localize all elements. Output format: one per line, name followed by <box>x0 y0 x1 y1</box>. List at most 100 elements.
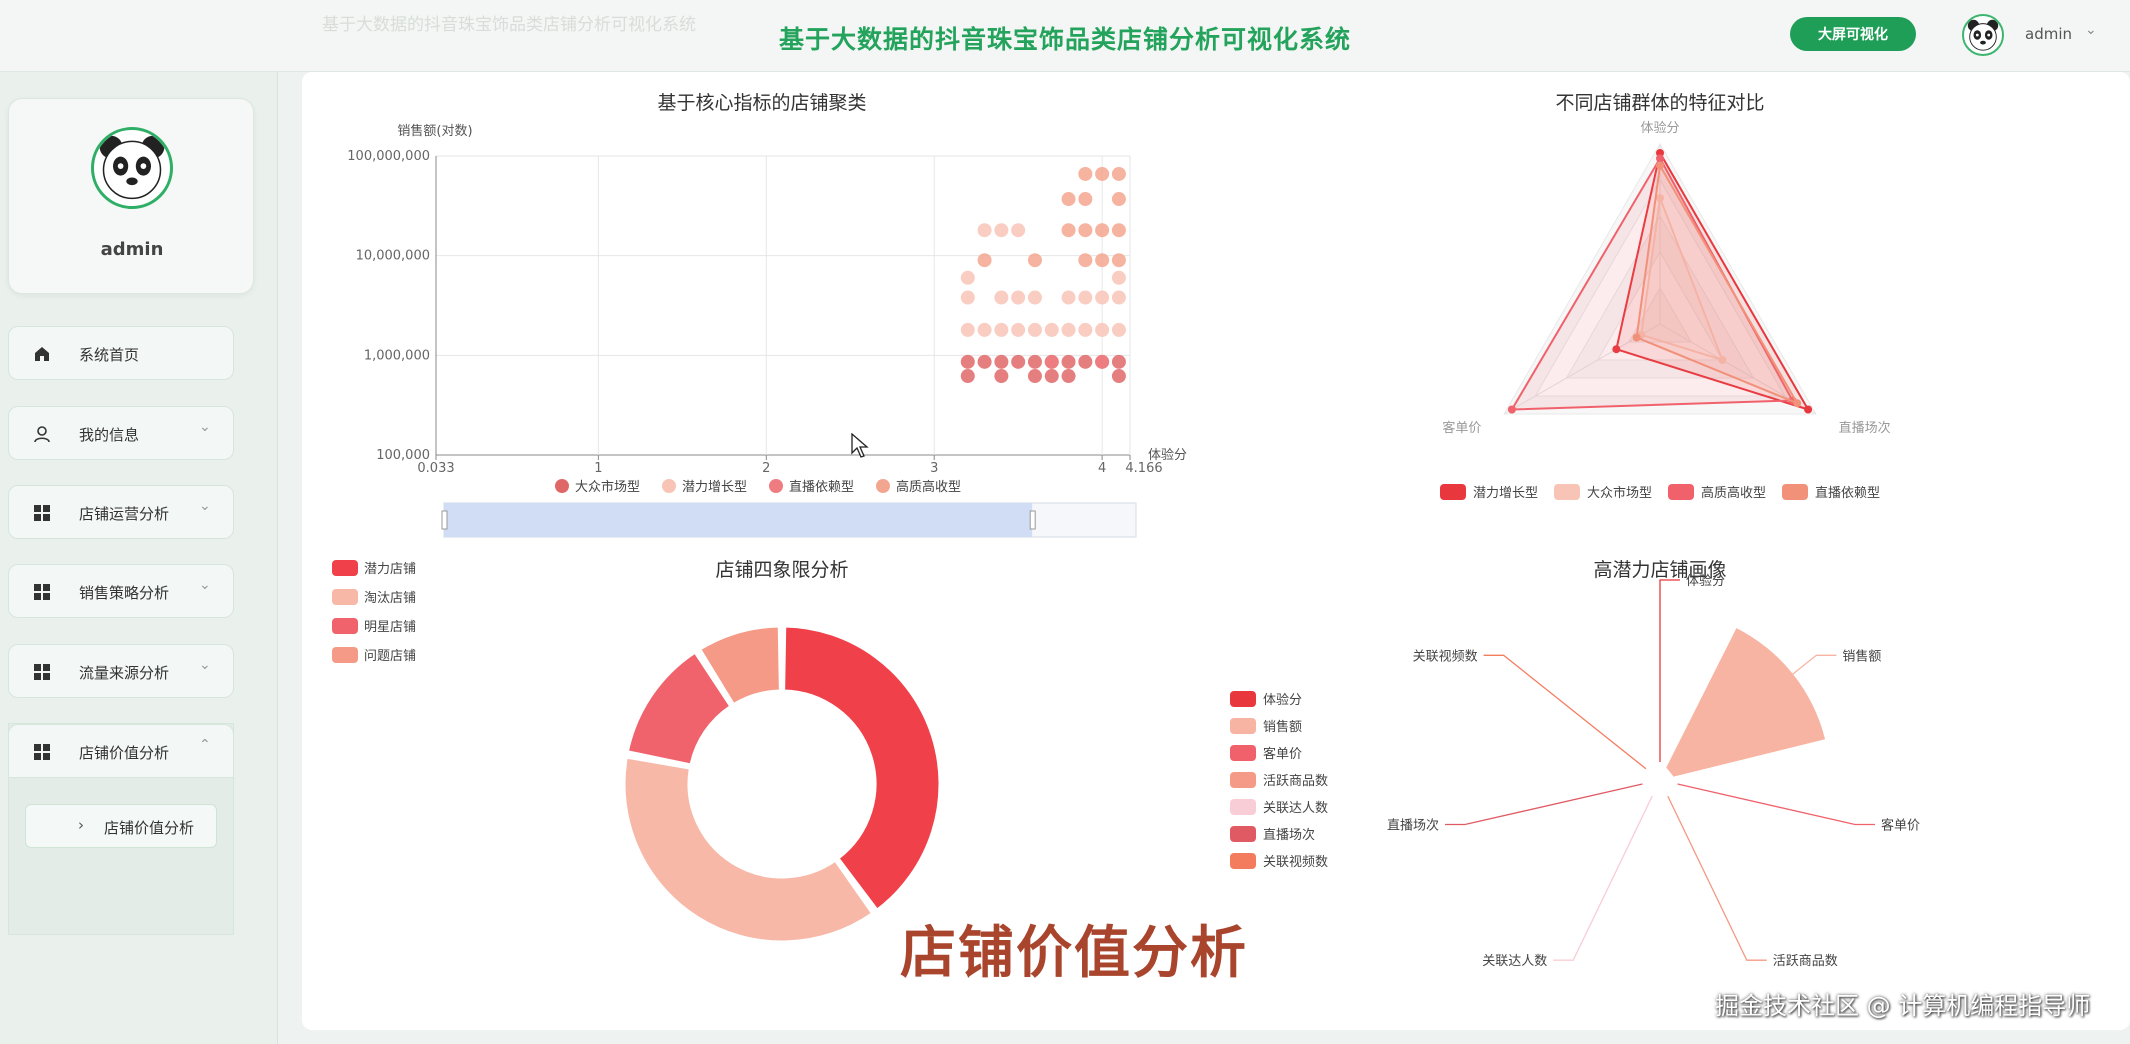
scatter-point[interactable] <box>1095 290 1110 305</box>
scatter-point[interactable] <box>1061 223 1076 238</box>
scatter-point[interactable] <box>1061 369 1076 384</box>
scatter-point[interactable] <box>1111 354 1126 369</box>
scatter-point[interactable] <box>1111 253 1126 268</box>
scatter-point[interactable] <box>994 354 1009 369</box>
legend-label[interactable]: 直播依赖型 <box>789 480 854 495</box>
legend-label[interactable]: 关联达人数 <box>1263 801 1328 816</box>
legend-label[interactable]: 大众市场型 <box>1587 485 1652 501</box>
legend-label[interactable]: 高质高收型 <box>1701 485 1766 501</box>
legend-marker[interactable] <box>1554 484 1580 500</box>
scatter-point[interactable] <box>1027 290 1042 305</box>
submenu-item-store-value[interactable]: › 店铺价值分析 <box>25 804 217 848</box>
scatter-point[interactable] <box>1111 290 1126 305</box>
legend-label[interactable]: 体验分 <box>1263 692 1302 708</box>
scatter-point[interactable] <box>960 290 975 305</box>
legend-marker[interactable] <box>1782 484 1808 500</box>
header-username[interactable]: admin <box>2025 25 2072 43</box>
header-avatar[interactable] <box>1962 14 2004 56</box>
scatter-point[interactable] <box>1078 354 1093 369</box>
legend-label[interactable]: 明星店铺 <box>364 620 416 635</box>
legend-marker[interactable] <box>1440 484 1466 500</box>
scatter-point[interactable] <box>1011 354 1026 369</box>
radar-point[interactable] <box>1507 405 1516 414</box>
legend-marker[interactable] <box>1230 691 1256 707</box>
scatter-point[interactable] <box>1061 290 1076 305</box>
scatter-point[interactable] <box>1095 223 1110 238</box>
legend-label[interactable]: 潜力增长型 <box>682 480 747 495</box>
scatter-point[interactable] <box>1078 223 1093 238</box>
legend-marker[interactable] <box>769 479 783 493</box>
chevron-down-icon[interactable]: ⌄ <box>2085 22 2097 38</box>
legend-marker[interactable] <box>1230 826 1256 842</box>
legend-marker[interactable] <box>662 479 676 493</box>
scatter-point[interactable] <box>1095 354 1110 369</box>
legend-label[interactable]: 直播场次 <box>1263 827 1315 843</box>
scatter-point[interactable] <box>960 270 975 285</box>
scatter-point[interactable] <box>1027 253 1042 268</box>
datazoom-handle-left[interactable] <box>441 510 448 530</box>
legend-label[interactable]: 潜力增长型 <box>1473 486 1538 501</box>
radar-point[interactable] <box>1793 399 1802 408</box>
legend-label[interactable]: 潜力店铺 <box>364 562 416 577</box>
scatter-point[interactable] <box>977 354 992 369</box>
legend-marker[interactable] <box>1230 853 1256 869</box>
legend-marker[interactable] <box>1230 745 1256 761</box>
datazoom-selection[interactable] <box>444 503 1033 537</box>
scatter-point[interactable] <box>1078 253 1093 268</box>
radar-point[interactable] <box>1632 333 1641 342</box>
donut-slice[interactable] <box>622 755 875 944</box>
legend-label[interactable]: 客单价 <box>1263 746 1302 762</box>
big-screen-button[interactable]: 大屏可视化 <box>1790 17 1916 51</box>
scatter-point[interactable] <box>1111 166 1126 181</box>
legend-label[interactable]: 高质高收型 <box>896 479 961 495</box>
scatter-point[interactable] <box>1095 322 1110 337</box>
radar-point[interactable] <box>1804 405 1813 414</box>
legend-marker[interactable] <box>1230 718 1256 734</box>
legend-marker[interactable] <box>332 560 358 576</box>
scatter-point[interactable] <box>1095 253 1110 268</box>
scatter-point[interactable] <box>1061 192 1076 207</box>
sidebar-item-sales-strategy[interactable]: 销售策略分析 ⌄ <box>8 564 234 618</box>
legend-label[interactable]: 问题店铺 <box>364 649 416 664</box>
scatter-point[interactable] <box>960 354 975 369</box>
legend-label[interactable]: 大众市场型 <box>575 479 640 495</box>
scatter-point[interactable] <box>1061 322 1076 337</box>
donut-slice[interactable] <box>782 624 942 912</box>
legend-label[interactable]: 销售额 <box>1263 719 1302 735</box>
sidebar-item-traffic-source[interactable]: 流量来源分析 ⌄ <box>8 644 234 698</box>
scatter-point[interactable] <box>1111 270 1126 285</box>
scatter-point[interactable] <box>1027 322 1042 337</box>
sidebar-item-store-ops[interactable]: 店铺运营分析 ⌄ <box>8 485 234 539</box>
scatter-point[interactable] <box>1011 223 1026 238</box>
scatter-point[interactable] <box>994 322 1009 337</box>
scatter-point[interactable] <box>1111 322 1126 337</box>
scatter-point[interactable] <box>1011 290 1026 305</box>
scatter-point[interactable] <box>1044 369 1059 384</box>
radar-point[interactable] <box>1656 154 1664 163</box>
scatter-point[interactable] <box>960 369 975 384</box>
scatter-point[interactable] <box>1011 322 1026 337</box>
legend-label[interactable]: 关联视频数 <box>1263 855 1328 870</box>
scatter-point[interactable] <box>1061 354 1076 369</box>
legend-marker[interactable] <box>1230 772 1256 788</box>
scatter-point[interactable] <box>1027 354 1042 369</box>
scatter-point[interactable] <box>994 223 1009 238</box>
scatter-point[interactable] <box>977 223 992 238</box>
scatter-point[interactable] <box>1078 290 1093 305</box>
legend-marker[interactable] <box>332 618 358 634</box>
scatter-point[interactable] <box>1078 166 1093 181</box>
sidebar-item-store-value[interactable]: 店铺价值分析 ⌃ <box>8 724 234 778</box>
legend-label[interactable]: 直播依赖型 <box>1815 486 1880 501</box>
scatter-point[interactable] <box>1111 369 1126 384</box>
legend-marker[interactable] <box>332 647 358 663</box>
scatter-point[interactable] <box>960 322 975 337</box>
legend-label[interactable]: 淘汰店铺 <box>364 591 416 606</box>
scatter-point[interactable] <box>994 369 1009 384</box>
scatter-point[interactable] <box>1044 322 1059 337</box>
legend-marker[interactable] <box>555 479 569 493</box>
scatter-point[interactable] <box>1111 192 1126 207</box>
legend-marker[interactable] <box>1230 799 1256 815</box>
sidebar-item-home[interactable]: 系统首页 <box>8 326 234 380</box>
datazoom-handle-right[interactable] <box>1029 510 1036 530</box>
scatter-point[interactable] <box>1078 322 1093 337</box>
